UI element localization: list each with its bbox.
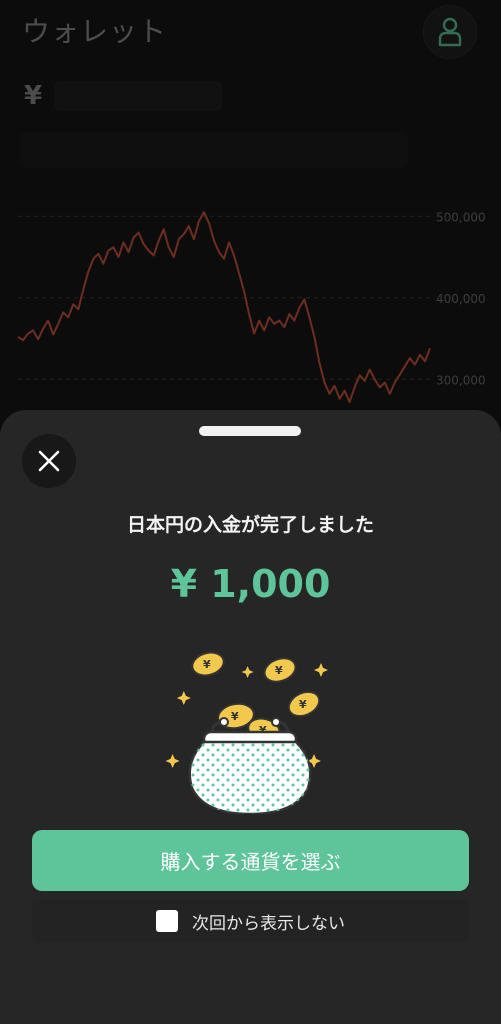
screen: ウォレット ¥ 500,000 400,000 300,000 日本円の入金が完了し… [0, 0, 501, 1024]
dont-show-checkbox[interactable] [156, 910, 178, 932]
svg-text:¥: ¥ [275, 664, 283, 677]
svg-text:¥: ¥ [203, 658, 211, 671]
close-icon [38, 450, 60, 472]
select-currency-button[interactable]: 購入する通貨を選ぶ [32, 830, 469, 891]
coin-purse-illustration: ¥ ¥ ¥ ¥ ¥ [165, 651, 328, 814]
close-button[interactable] [22, 434, 76, 488]
deposit-amount: ¥ 1,000 [170, 562, 331, 606]
deposit-complete-sheet: 日本円の入金が完了しました ¥ 1,000 ¥ ¥ ¥ ¥ ¥ 購入する通貨を選… [0, 410, 501, 1024]
dont-show-label: 次回から表示しない [192, 913, 345, 934]
svg-text:¥: ¥ [299, 698, 307, 711]
sheet-title: 日本円の入金が完了しました [126, 514, 374, 536]
sheet-grabber[interactable] [199, 426, 301, 436]
dont-show-again[interactable]: 次回から表示しない [32, 900, 469, 942]
svg-text:¥: ¥ [231, 710, 239, 723]
